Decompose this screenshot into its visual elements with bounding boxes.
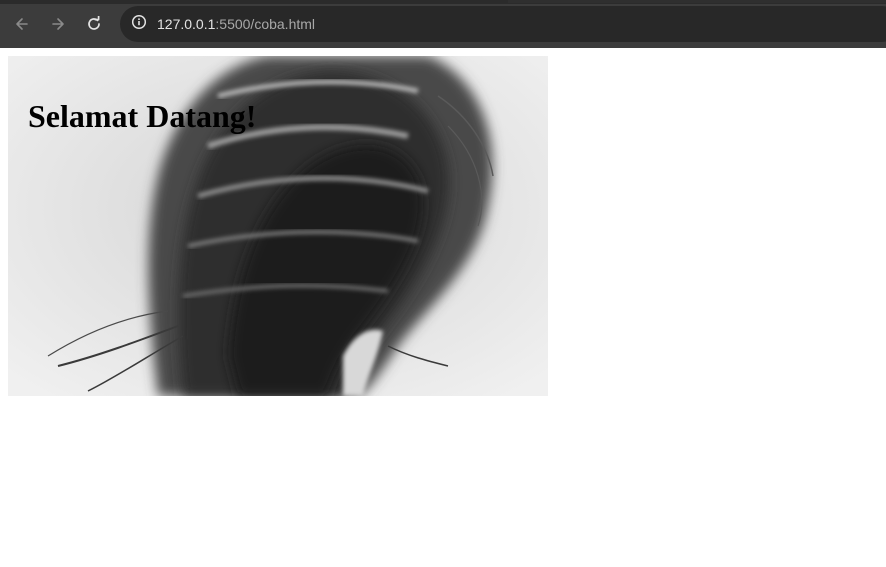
tab-strip: [0, 0, 886, 4]
address-bar[interactable]: 127.0.0.1:5500/coba.html: [120, 6, 886, 42]
tab-strip-edge: [508, 0, 886, 3]
url-host: 127.0.0.1: [157, 16, 216, 32]
page-viewport: Selamat Datang!: [0, 48, 886, 567]
browser-toolbar: 127.0.0.1:5500/coba.html: [0, 0, 886, 48]
hero-image: Selamat Datang!: [8, 56, 548, 396]
page-heading: Selamat Datang!: [28, 98, 257, 134]
arrow-left-icon: [14, 16, 30, 32]
arrow-right-icon: [50, 16, 66, 32]
reload-button[interactable]: [81, 11, 107, 37]
info-icon: [131, 14, 147, 35]
back-button[interactable]: [9, 11, 35, 37]
forward-button[interactable]: [45, 11, 71, 37]
url-path: :5500/coba.html: [215, 16, 316, 32]
site-info-button[interactable]: [128, 13, 150, 35]
url-text[interactable]: 127.0.0.1:5500/coba.html: [157, 15, 315, 33]
reload-icon: [86, 16, 102, 32]
